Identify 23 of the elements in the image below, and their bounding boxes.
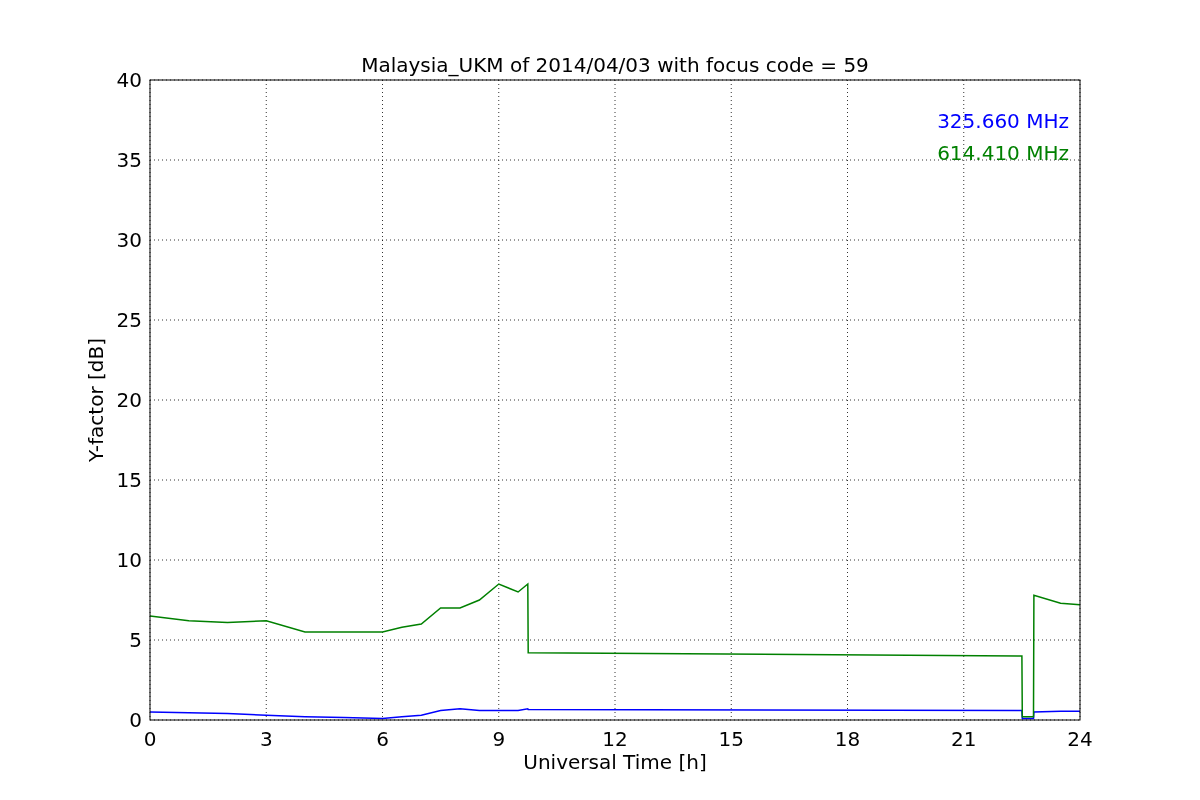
x-tick-label: 9 [492,727,506,751]
x-tick-label: 0 [143,727,157,751]
x-tick-label: 21 [951,727,977,751]
y-tick-label: 10 [116,548,142,572]
y-tick-label: 30 [116,228,142,252]
y-axis-label: Y-factor [dB] [84,338,108,462]
y-tick-label: 40 [116,68,142,92]
x-tick-label: 24 [1067,727,1093,751]
y-tick-label: 20 [116,388,142,412]
y-tick-label: 35 [116,148,142,172]
y-tick-label: 5 [129,628,142,652]
y-tick-label: 25 [116,308,142,332]
x-tick-label: 6 [376,727,389,751]
y-tick-label: 0 [129,708,142,732]
x-axis-label: Universal Time [h] [523,750,707,774]
chart-title: Malaysia_UKM of 2014/04/03 with focus code = 59 [361,53,869,77]
x-tick-label: 12 [602,727,628,751]
legend-label: 614.410 MHz [937,141,1069,165]
x-tick-label: 15 [718,727,744,751]
x-tick-label: 18 [834,727,861,751]
y-tick-label: 15 [116,468,142,492]
x-tick-label: 3 [259,727,273,751]
legend-label: 325.660 MHz [937,109,1069,133]
